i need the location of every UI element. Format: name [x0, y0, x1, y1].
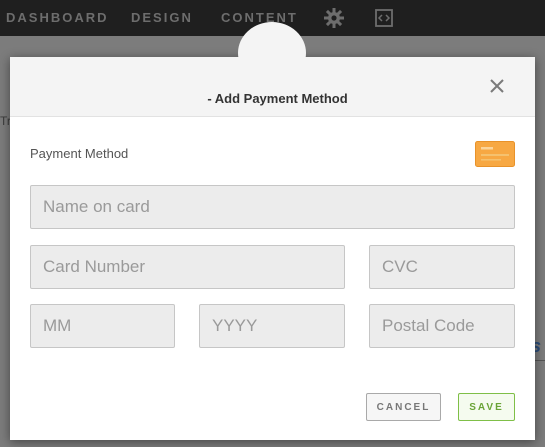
code-icon[interactable] — [374, 8, 394, 28]
cvc-input[interactable] — [369, 245, 515, 289]
cancel-button[interactable]: CANCEL — [366, 393, 441, 421]
nav-content[interactable]: CONTENT — [221, 10, 298, 25]
name-on-card-input[interactable] — [30, 185, 515, 229]
payment-method-label: Payment Method — [30, 146, 129, 161]
postal-code-input[interactable] — [369, 304, 515, 348]
nav-dashboard[interactable]: DASHBOARD — [6, 10, 109, 25]
credit-card-icon — [475, 141, 515, 167]
avatar — [238, 22, 306, 84]
modal-title: - Add Payment Method — [207, 91, 348, 106]
gear-icon[interactable] — [322, 6, 346, 30]
card-number-input[interactable] — [30, 245, 345, 289]
close-icon[interactable] — [488, 77, 506, 95]
save-button[interactable]: SAVE — [458, 393, 515, 421]
expiry-month-input[interactable] — [30, 304, 175, 348]
nav-design[interactable]: DESIGN — [131, 10, 193, 25]
expiry-year-input[interactable] — [199, 304, 345, 348]
add-payment-modal: - Add Payment Method Payment Method CANC… — [10, 22, 535, 440]
